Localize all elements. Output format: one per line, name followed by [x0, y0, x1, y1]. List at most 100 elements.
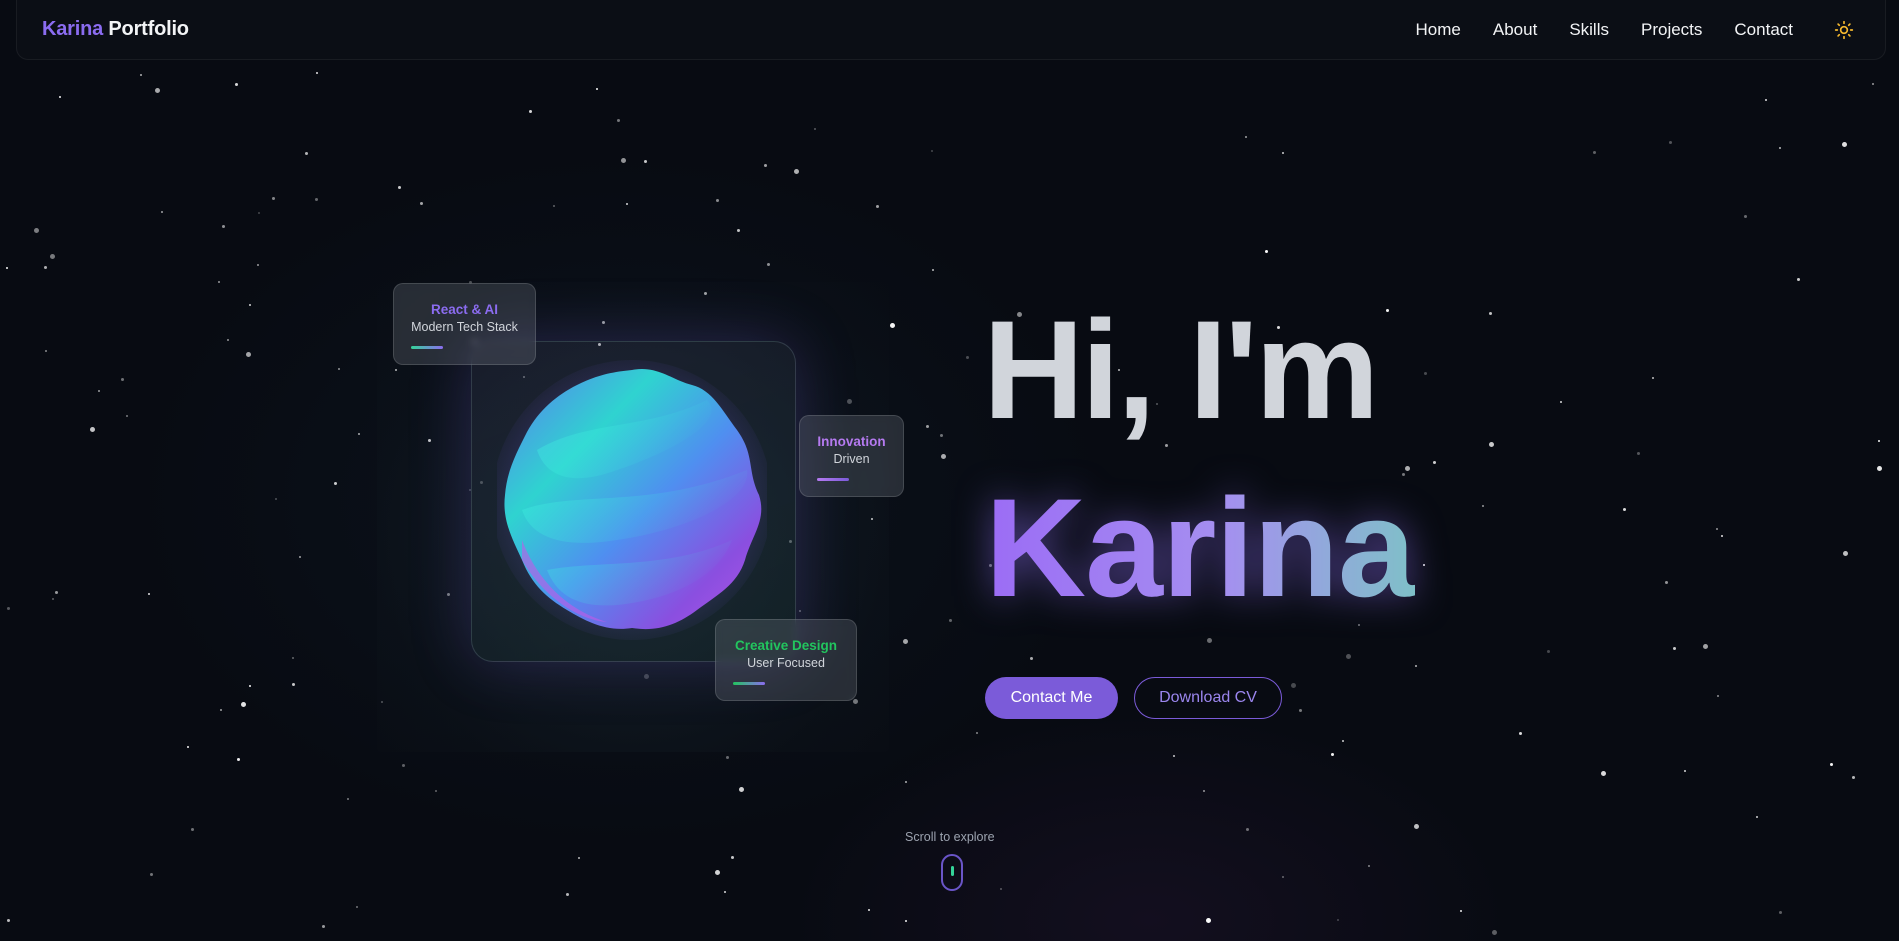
star — [1703, 644, 1708, 649]
star — [334, 482, 337, 485]
star — [1717, 695, 1719, 697]
star — [1716, 528, 1718, 530]
star — [1652, 377, 1654, 379]
star — [966, 356, 969, 359]
star — [890, 323, 895, 328]
download-cv-button[interactable]: Download CV — [1134, 677, 1282, 719]
star — [55, 591, 58, 594]
star — [1282, 152, 1284, 154]
star — [941, 454, 946, 459]
star — [150, 873, 153, 876]
star — [1637, 452, 1640, 455]
star — [1721, 535, 1723, 537]
skill-card-innovation: Innovation Driven — [799, 415, 904, 497]
starfield-background — [0, 0, 1899, 941]
star — [1368, 865, 1370, 867]
star — [121, 378, 124, 381]
skill-card-react-ai: React & AI Modern Tech Stack — [393, 283, 536, 365]
star — [1282, 876, 1284, 878]
star — [1843, 551, 1848, 556]
nav-link-home[interactable]: Home — [1416, 20, 1461, 40]
skill-card-title: Creative Design — [734, 638, 838, 653]
top-navbar: Karina Portfolio Home About Skills Proje… — [16, 0, 1886, 60]
skill-card-title: Innovation — [817, 434, 886, 449]
star — [1482, 505, 1484, 507]
contact-me-button[interactable]: Contact Me — [985, 677, 1118, 719]
star — [1246, 828, 1249, 831]
star — [621, 158, 626, 163]
star — [161, 211, 163, 213]
star — [1492, 930, 1497, 935]
star — [272, 197, 275, 200]
star — [420, 202, 423, 205]
brand-first-name: Karina — [42, 18, 104, 40]
star — [257, 264, 259, 266]
star — [50, 254, 55, 259]
star — [1842, 142, 1847, 147]
star — [905, 920, 907, 922]
star — [1665, 581, 1668, 584]
star — [731, 856, 734, 859]
nav-link-about[interactable]: About — [1493, 20, 1537, 40]
star — [1342, 740, 1344, 742]
skill-card-bar — [733, 682, 765, 685]
star — [1877, 466, 1882, 471]
star — [358, 433, 360, 435]
brand-logo[interactable]: Karina Portfolio — [42, 18, 189, 41]
star — [1414, 824, 1419, 829]
skill-card-creative-design: Creative Design User Focused — [715, 619, 857, 701]
star — [739, 787, 744, 792]
star — [1669, 141, 1672, 144]
star — [1797, 278, 1800, 281]
skill-card-bar — [411, 346, 443, 349]
star — [1489, 442, 1494, 447]
star — [1765, 99, 1767, 101]
hero-name: Karina — [985, 469, 1416, 626]
skill-card-subtitle: Driven — [833, 452, 870, 466]
star — [1872, 83, 1874, 85]
star — [246, 352, 251, 357]
skill-card-bar — [817, 478, 849, 481]
star — [218, 281, 220, 283]
star — [347, 798, 349, 800]
scroll-mouse-icon[interactable] — [941, 854, 963, 891]
star — [148, 593, 150, 595]
skill-card-subtitle: Modern Tech Stack — [411, 320, 518, 334]
star — [905, 781, 907, 783]
star — [626, 203, 628, 205]
star — [764, 164, 767, 167]
star — [34, 228, 39, 233]
nav-link-contact[interactable]: Contact — [1734, 20, 1793, 40]
star — [299, 556, 301, 558]
theme-toggle-button[interactable] — [1833, 19, 1855, 41]
star — [275, 498, 277, 500]
star — [926, 425, 929, 428]
star — [155, 88, 160, 93]
star — [1560, 401, 1562, 403]
star — [258, 212, 260, 214]
star — [292, 683, 295, 686]
star — [1203, 790, 1205, 792]
star — [814, 128, 816, 130]
skill-card-title: React & AI — [430, 302, 499, 317]
star — [1519, 732, 1522, 735]
star — [1173, 755, 1175, 757]
star — [52, 598, 54, 600]
star — [566, 893, 569, 896]
star — [322, 925, 325, 928]
portfolio-page: Karina Portfolio Home About Skills Proje… — [0, 0, 1899, 941]
star — [617, 119, 620, 122]
nav-links: Home About Skills Projects Contact — [1416, 0, 1885, 60]
star — [1331, 753, 1334, 756]
star — [1547, 650, 1550, 653]
nav-link-projects[interactable]: Projects — [1641, 20, 1702, 40]
star — [1386, 309, 1389, 312]
star — [1423, 564, 1425, 566]
star — [553, 205, 555, 207]
star — [876, 205, 879, 208]
star — [794, 169, 799, 174]
star — [220, 709, 222, 711]
star — [249, 304, 251, 306]
nav-link-skills[interactable]: Skills — [1569, 20, 1609, 40]
star — [1756, 816, 1758, 818]
